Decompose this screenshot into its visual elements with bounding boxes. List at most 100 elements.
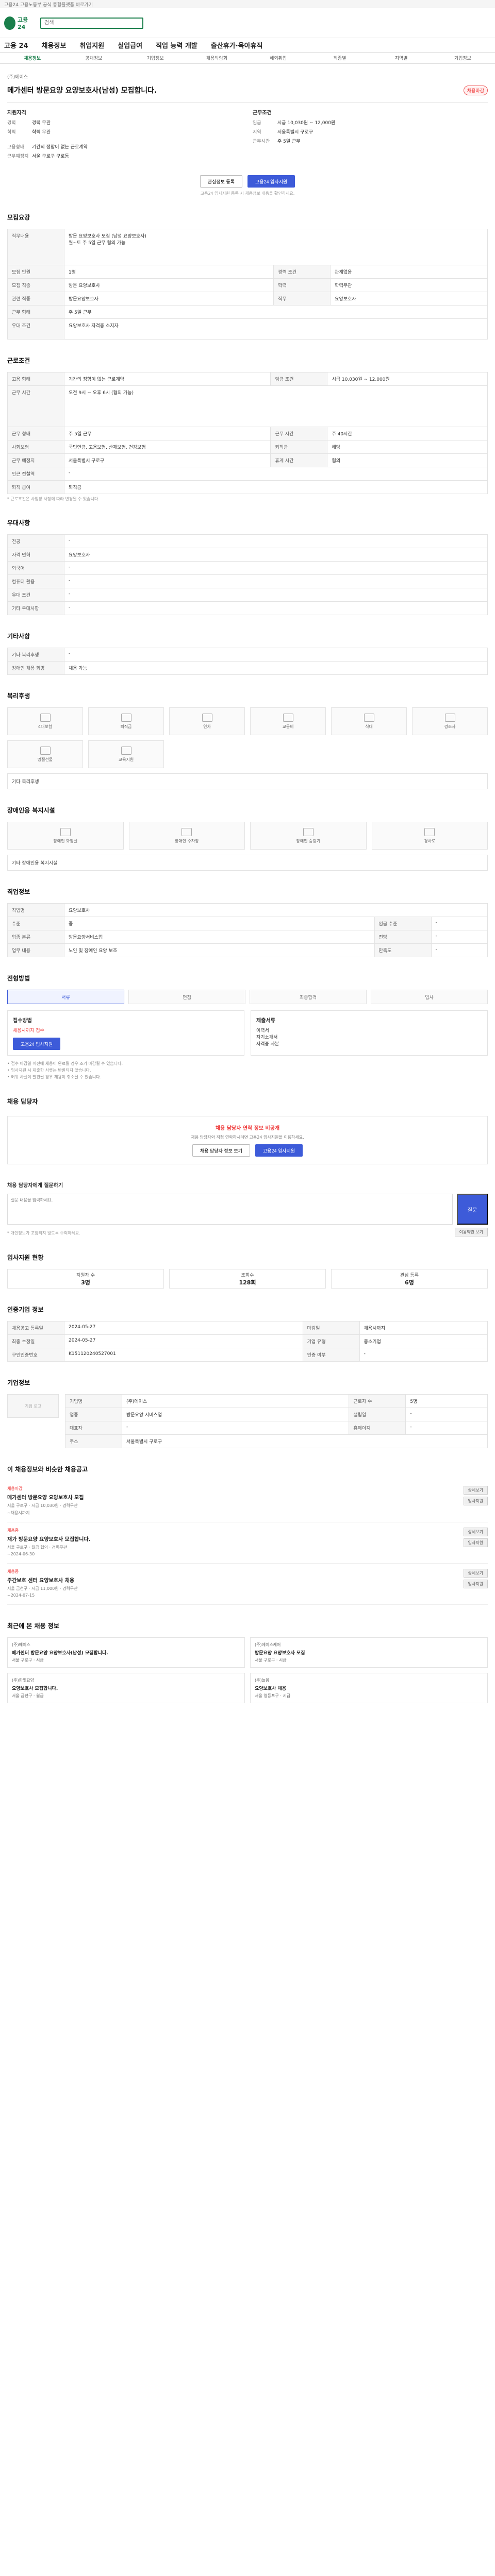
recent-card[interactable]: (주)늘봄 요양보호사 채용 서울 영등포구 · 시급 (250, 1672, 488, 1703)
related-meta: 서울 금천구 · 시급 11,000원 · 경력무관 (7, 1586, 78, 1591)
kv-value: 학력 무관 (32, 130, 51, 135)
row-value: 관계없음 (330, 265, 488, 279)
recent-card[interactable]: (주)에이스케어 방문요양 요양보호사 모집 서울 구로구 · 시급 (250, 1637, 488, 1668)
gnb-item-home[interactable]: 고용 24 (4, 38, 28, 52)
row-header: 컴퓨터 활용 (7, 574, 64, 588)
gnb-item-training[interactable]: 직업 능력 개발 (156, 38, 197, 52)
severance-icon (121, 713, 131, 722)
recruit-table: 직무내용 방문 요양보호사 모집 (남성 요양보호사) 월~토 주 5일 근무 협… (7, 229, 488, 340)
subnav-item-8[interactable]: 기업정보 (435, 55, 491, 61)
process-section: 전형방법 서류 면접 최종합격 입사 접수방법 채용시까지 접수 고용24 입사… (7, 974, 488, 1080)
manager-section: 채용 담당자 채용 담당자 연락 정보 비공개 채용 담당자와 직접 연락하시려… (7, 1097, 488, 1165)
inquiry-title: 채용 담당자에게 질문하기 (7, 1183, 63, 1189)
search-input[interactable] (40, 17, 143, 29)
row-value: 기간의 정함이 없는 근로계약 (63, 372, 271, 386)
recent-company: (주)한빛요양 (12, 1677, 35, 1683)
row-value: - (431, 917, 488, 930)
parking-icon (182, 827, 192, 836)
related-apply-button[interactable]: 입사지원 (463, 1538, 488, 1547)
recent-title-text[interactable]: 메가센터 방문요양 요양보호사(남성) 모집합니다. (12, 1649, 240, 1656)
row-header: 대표자 (65, 1421, 122, 1435)
gnb-item-support[interactable]: 취업지원 (79, 38, 104, 52)
related-date: ~2024-07-15 (7, 1593, 35, 1598)
recent-card[interactable]: (주)한빛요양 요양보호사 모집합니다. 서울 금천구 · 월급 (7, 1672, 245, 1703)
welfare-card: 명절선물 (7, 740, 83, 768)
apply-button[interactable]: 고용24 입사지원 (247, 175, 295, 188)
row-header: 자격 면허 (7, 548, 64, 562)
row-value: 방문요양보호사 (63, 292, 274, 306)
row-value: 방문 요양보호사 (63, 278, 274, 292)
welfare-label: 경조사 (444, 724, 456, 729)
row-value: 국민연금, 고용보험, 산재보험, 건강보험 (63, 440, 271, 454)
stats-row: 지원자 수 3명 조회수 128회 관심 등록 6명 (7, 1269, 488, 1289)
row-value: 방문요양 서비스업 (121, 1408, 350, 1422)
recent-title-text[interactable]: 요양보호사 모집합니다. (12, 1685, 240, 1691)
related-detail-button[interactable]: 상세보기 (463, 1568, 488, 1578)
recent-grid: (주)에이스 메가센터 방문요양 요양보호사(남성) 모집합니다. 서울 구로구… (7, 1637, 488, 1703)
row-value: 2024-05-27 (64, 1334, 303, 1349)
kv-value: 주 5일 근무 (277, 139, 301, 144)
apply-box: 접수방법 채용시까지 접수 고용24 입사지원 제출서류 이력서 자기소개서 자… (7, 1010, 488, 1056)
kv-key: 고용형태 (7, 145, 25, 150)
subnav-item-3[interactable]: 기업정보 (127, 55, 184, 61)
subnav-item-6[interactable]: 직종별 (311, 55, 368, 61)
kv-key: 근무예정지 (7, 154, 29, 159)
gnb-item-unemployment[interactable]: 실업급여 (118, 38, 142, 52)
gnb-item-jobs[interactable]: 채용정보 (42, 38, 67, 52)
bullet-line: • 접수 마감일 이전에 채용이 완료될 경우 조기 마감될 수 있습니다. (7, 1061, 123, 1066)
related-item-title[interactable]: 주간보호 센터 요양보호사 채용 (7, 1576, 78, 1584)
related-apply-button[interactable]: 입사지원 (463, 1497, 488, 1506)
manager-apply-button[interactable]: 고용24 입사지원 (255, 1144, 303, 1157)
interest-button[interactable]: 관심정보 등록 (200, 175, 242, 188)
stats-title: 입사지원 현황 (7, 1254, 44, 1262)
row-header: 기타 우대사항 (7, 601, 64, 615)
related-item[interactable]: 채용마감 메가센터 방문요양 요양보호사 모집 서울 구로구 · 시급 10,0… (7, 1481, 488, 1522)
row-header: 외국어 (7, 561, 64, 575)
site-header: 고용24 (0, 8, 495, 38)
welfare-card: 퇴직금 (88, 707, 164, 735)
recent-title-text[interactable]: 요양보호사 채용 (255, 1685, 483, 1691)
recent-title-text[interactable]: 방문요양 요양보호사 모집 (255, 1649, 483, 1656)
related-item-title[interactable]: 메가센터 방문요양 요양보호사 모집 (7, 1493, 84, 1501)
kv-value: 시급 10,030원 ~ 12,000원 (277, 121, 336, 126)
row-header: 전망 (374, 930, 432, 944)
related-item[interactable]: 채용중 주간보호 센터 요양보호사 채용 서울 금천구 · 시급 11,000원… (7, 1564, 488, 1605)
welfare-label: 명절선물 (37, 757, 53, 762)
top-utility-text[interactable]: 고용24 고용노동부 공식 통합플랫폼 바로가기 (4, 3, 93, 8)
inquiry-send-button[interactable]: 질문 (457, 1194, 488, 1225)
related-apply-button[interactable]: 입사지원 (463, 1579, 488, 1588)
related-item-title[interactable]: 재가 방문요양 요양보호사 모집합니다. (7, 1535, 90, 1543)
inquiry-textarea[interactable] (7, 1194, 453, 1225)
site-logo[interactable]: 고용24 (4, 14, 33, 32)
stats-section: 입사지원 현황 지원자 수 3명 조회수 128회 관심 등록 6명 (7, 1253, 488, 1289)
subnav-item-7[interactable]: 지역별 (373, 55, 430, 61)
row-header: 임금 조건 (270, 372, 328, 386)
gnb-item-leave[interactable]: 출산휴가·육아휴직 (211, 38, 263, 52)
manager-info-button[interactable]: 채용 담당자 정보 보기 (192, 1144, 250, 1157)
related-detail-button[interactable]: 상세보기 (463, 1486, 488, 1495)
jobmeta-section: 인증기업 정보 채용공고 등록일 2024-05-27 마감일 채용시까지 최종 수정… (7, 1305, 488, 1362)
subnav-item-5[interactable]: 해외취업 (250, 55, 306, 61)
process-apply-button[interactable]: 고용24 입사지원 (13, 1038, 61, 1050)
subnav-item-2[interactable]: 공채정보 (65, 55, 122, 61)
row-value: 방문요양서비스업 (64, 930, 375, 944)
row-header: 학력 (273, 278, 331, 292)
row-value: 방문 요양보호사 모집 (남성 요양보호사) 월~토 주 5일 근무 협의 가능 (64, 229, 488, 265)
subnav-item-1[interactable]: 채용정보 (4, 55, 60, 61)
recent-card[interactable]: (주)에이스 메가센터 방문요양 요양보호사(남성) 모집합니다. 서울 구로구… (7, 1637, 245, 1668)
related-item[interactable]: 채용중 재가 방문요양 요양보호사 모집합니다. 서울 구로구 · 월급 협의 … (7, 1522, 488, 1564)
welfare-card: 교육지원 (88, 740, 164, 768)
welfare-section: 복리후생 4대보험 퇴직금 연차 교통비 식대 경조사 명절선물 교육지원 기타… (7, 691, 488, 789)
subnav-item-4[interactable]: 채용박람회 (189, 55, 245, 61)
welfare-card: 경조사 (412, 707, 488, 735)
related-detail-button[interactable]: 상세보기 (463, 1527, 488, 1536)
row-header: 근무 시간 (270, 427, 328, 440)
related-date: ~채용시까지 (7, 1510, 30, 1515)
doc-line: 자격증 사본 (256, 1042, 279, 1047)
row-value: 요양보호사 (64, 548, 488, 562)
disability-label: 장애인 승강기 (296, 838, 321, 843)
recent-meta: 서울 구로구 · 시급 (12, 1657, 44, 1663)
rules-button[interactable]: 이용약관 보기 (454, 1228, 488, 1237)
row-header: 설립일 (349, 1408, 406, 1422)
row-value: 주 5일 근무 (64, 305, 488, 319)
